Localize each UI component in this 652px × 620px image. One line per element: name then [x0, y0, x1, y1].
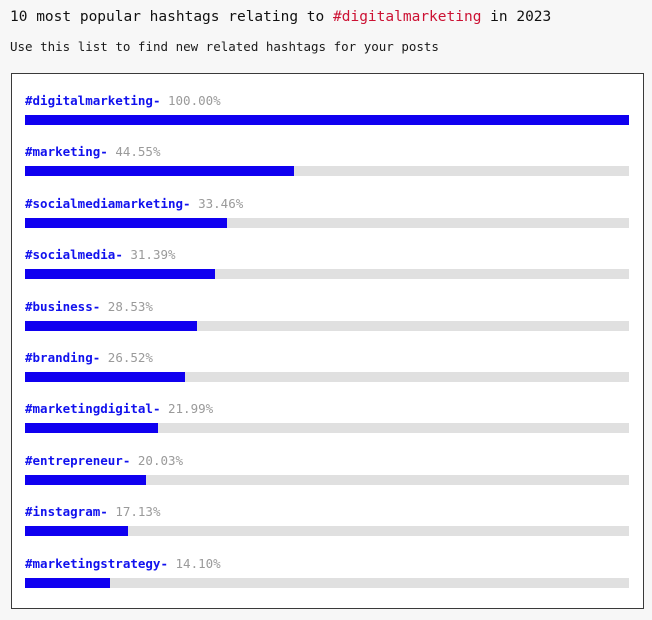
hashtag-row[interactable]: #marketingstrategy- 14.10% — [12, 551, 643, 602]
hashtag-row-label: #socialmediamarketing- 33.46% — [25, 191, 628, 212]
hashtag-name[interactable]: #business — [25, 299, 93, 314]
hashtag-row-label: #marketingstrategy- 14.10% — [25, 551, 628, 572]
hashtag-percent-value: 28.53% — [100, 298, 153, 314]
hashtag-name[interactable]: #instagram — [25, 504, 100, 519]
page-subtitle: Use this list to find new related hashta… — [10, 39, 439, 54]
hashtag-percent-value: 20.03% — [130, 452, 184, 468]
hashtag-name[interactable]: #marketingstrategy — [25, 556, 160, 571]
hashtag-separator: - — [160, 555, 168, 571]
hashtag-percent-value: 44.55% — [107, 144, 161, 160]
hashtag-row-label: #instagram- 17.13% — [25, 499, 628, 520]
hashtag-row[interactable]: #socialmedia- 31.39% — [12, 242, 643, 293]
hashtag-bar-fill — [25, 269, 215, 280]
hashtag-bar-fill — [25, 166, 295, 177]
hashtag-name[interactable]: #entrepreneur — [25, 453, 123, 468]
hashtag-bar-track — [25, 474, 629, 485]
hashtag-percent-value: 31.39% — [122, 247, 176, 263]
report-header: 10 most popular hashtags relating to #di… — [0, 0, 652, 56]
hashtag-row[interactable]: #branding- 26.52% — [12, 345, 643, 396]
page-title-suffix: in 2023 — [481, 9, 552, 25]
hashtag-percent-value: 100.00% — [160, 93, 221, 108]
hashtag-name[interactable]: #marketingdigital — [25, 401, 153, 416]
hashtag-bar-track — [25, 166, 629, 177]
hashtag-name[interactable]: #branding — [25, 350, 93, 365]
hashtag-separator: - — [100, 144, 108, 160]
hashtag-row-label: #business- 28.53% — [25, 294, 628, 315]
hashtag-bar-track — [25, 371, 629, 382]
page-title-hashtag: #digitalmarketing — [333, 9, 482, 25]
hashtag-bar-track — [25, 217, 629, 228]
hashtag-row[interactable]: #digitalmarketing- 100.00% — [12, 88, 643, 139]
hashtag-percent-value: 14.10% — [168, 555, 221, 571]
hashtag-bar-fill — [25, 320, 198, 331]
hashtag-bar-fill — [25, 371, 186, 382]
hashtag-separator: - — [115, 247, 123, 263]
hashtag-percent-value: 26.52% — [100, 349, 153, 365]
hashtag-name[interactable]: #digitalmarketing — [25, 93, 153, 108]
hashtag-percent-value: 33.46% — [190, 195, 244, 211]
page-title-prefix: 10 most popular hashtags relating to — [10, 9, 334, 25]
hashtag-row[interactable]: #socialmediamarketing- 33.46% — [12, 191, 643, 242]
hashtag-row-label: #entrepreneur- 20.03% — [25, 448, 628, 469]
hashtag-name[interactable]: #socialmediamarketing — [25, 196, 183, 211]
hashtag-list: #digitalmarketing- 100.00% #marketing- 44… — [12, 88, 643, 602]
hashtag-bar-fill — [25, 217, 228, 228]
hashtag-bar-fill — [25, 474, 146, 485]
hashtag-name[interactable]: #socialmedia — [25, 247, 115, 262]
hashtag-bar-track — [25, 423, 629, 434]
hashtag-name[interactable]: #marketing — [25, 144, 100, 159]
hashtag-row-label: #marketingdigital- 21.99% — [25, 396, 628, 417]
hashtag-bar-fill — [25, 423, 158, 434]
hashtag-report-page: 10 most popular hashtags relating to #di… — [0, 0, 652, 620]
hashtag-row-label: #marketing- 44.55% — [25, 139, 628, 160]
hashtag-separator: - — [100, 504, 108, 520]
hashtag-separator: - — [183, 195, 191, 211]
hashtag-bar-fill — [25, 526, 129, 537]
hashtag-bar-fill — [25, 577, 111, 588]
hashtag-row[interactable]: #marketingdigital- 21.99% — [12, 396, 643, 447]
hashtag-row-label: #branding- 26.52% — [25, 345, 628, 366]
hashtag-bar-fill — [25, 115, 629, 125]
hashtag-percent-value: 21.99% — [160, 401, 214, 417]
page-title: 10 most popular hashtags relating to #di… — [10, 7, 652, 27]
hashtag-bar-track — [25, 577, 629, 588]
hashtag-bar-track — [25, 320, 629, 331]
hashtag-bar-track — [25, 269, 629, 280]
hashtag-row[interactable]: #entrepreneur- 20.03% — [12, 448, 643, 499]
hashtag-row-label: #socialmedia- 31.39% — [25, 242, 628, 263]
hashtag-bar-track — [25, 526, 629, 537]
hashtag-row-label: #digitalmarketing- 100.00% — [25, 88, 628, 109]
hashtag-percent-value: 17.13% — [107, 504, 161, 520]
hashtag-bar-track — [25, 115, 629, 125]
hashtag-row[interactable]: #instagram- 17.13% — [12, 499, 643, 550]
hashtag-row[interactable]: #marketing- 44.55% — [12, 139, 643, 190]
hashtag-row[interactable]: #business- 28.53% — [12, 294, 643, 345]
hashtag-list-card: #digitalmarketing- 100.00% #marketing- 44… — [11, 73, 644, 609]
